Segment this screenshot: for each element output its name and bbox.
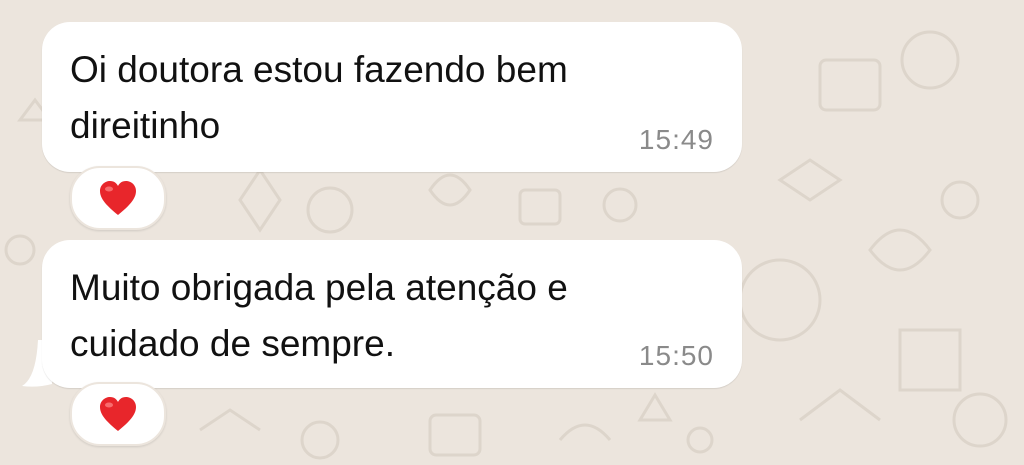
heart-icon [100,181,136,215]
heart-icon [100,397,136,431]
message-text: Muito obrigada pela atenção e cuidado de… [70,267,568,364]
reaction-badge[interactable] [70,166,166,230]
reaction-badge[interactable] [70,382,166,446]
message-bubble[interactable]: Muito obrigada pela atenção e cuidado de… [42,240,742,388]
message-text: Oi doutora estou fazendo bem direitinho [70,49,568,146]
message-timestamp: 15:50 [638,340,714,371]
message-bubble[interactable]: Oi doutora estou fazendo bem direitinho … [42,22,742,172]
message-timestamp: 15:49 [638,124,714,155]
